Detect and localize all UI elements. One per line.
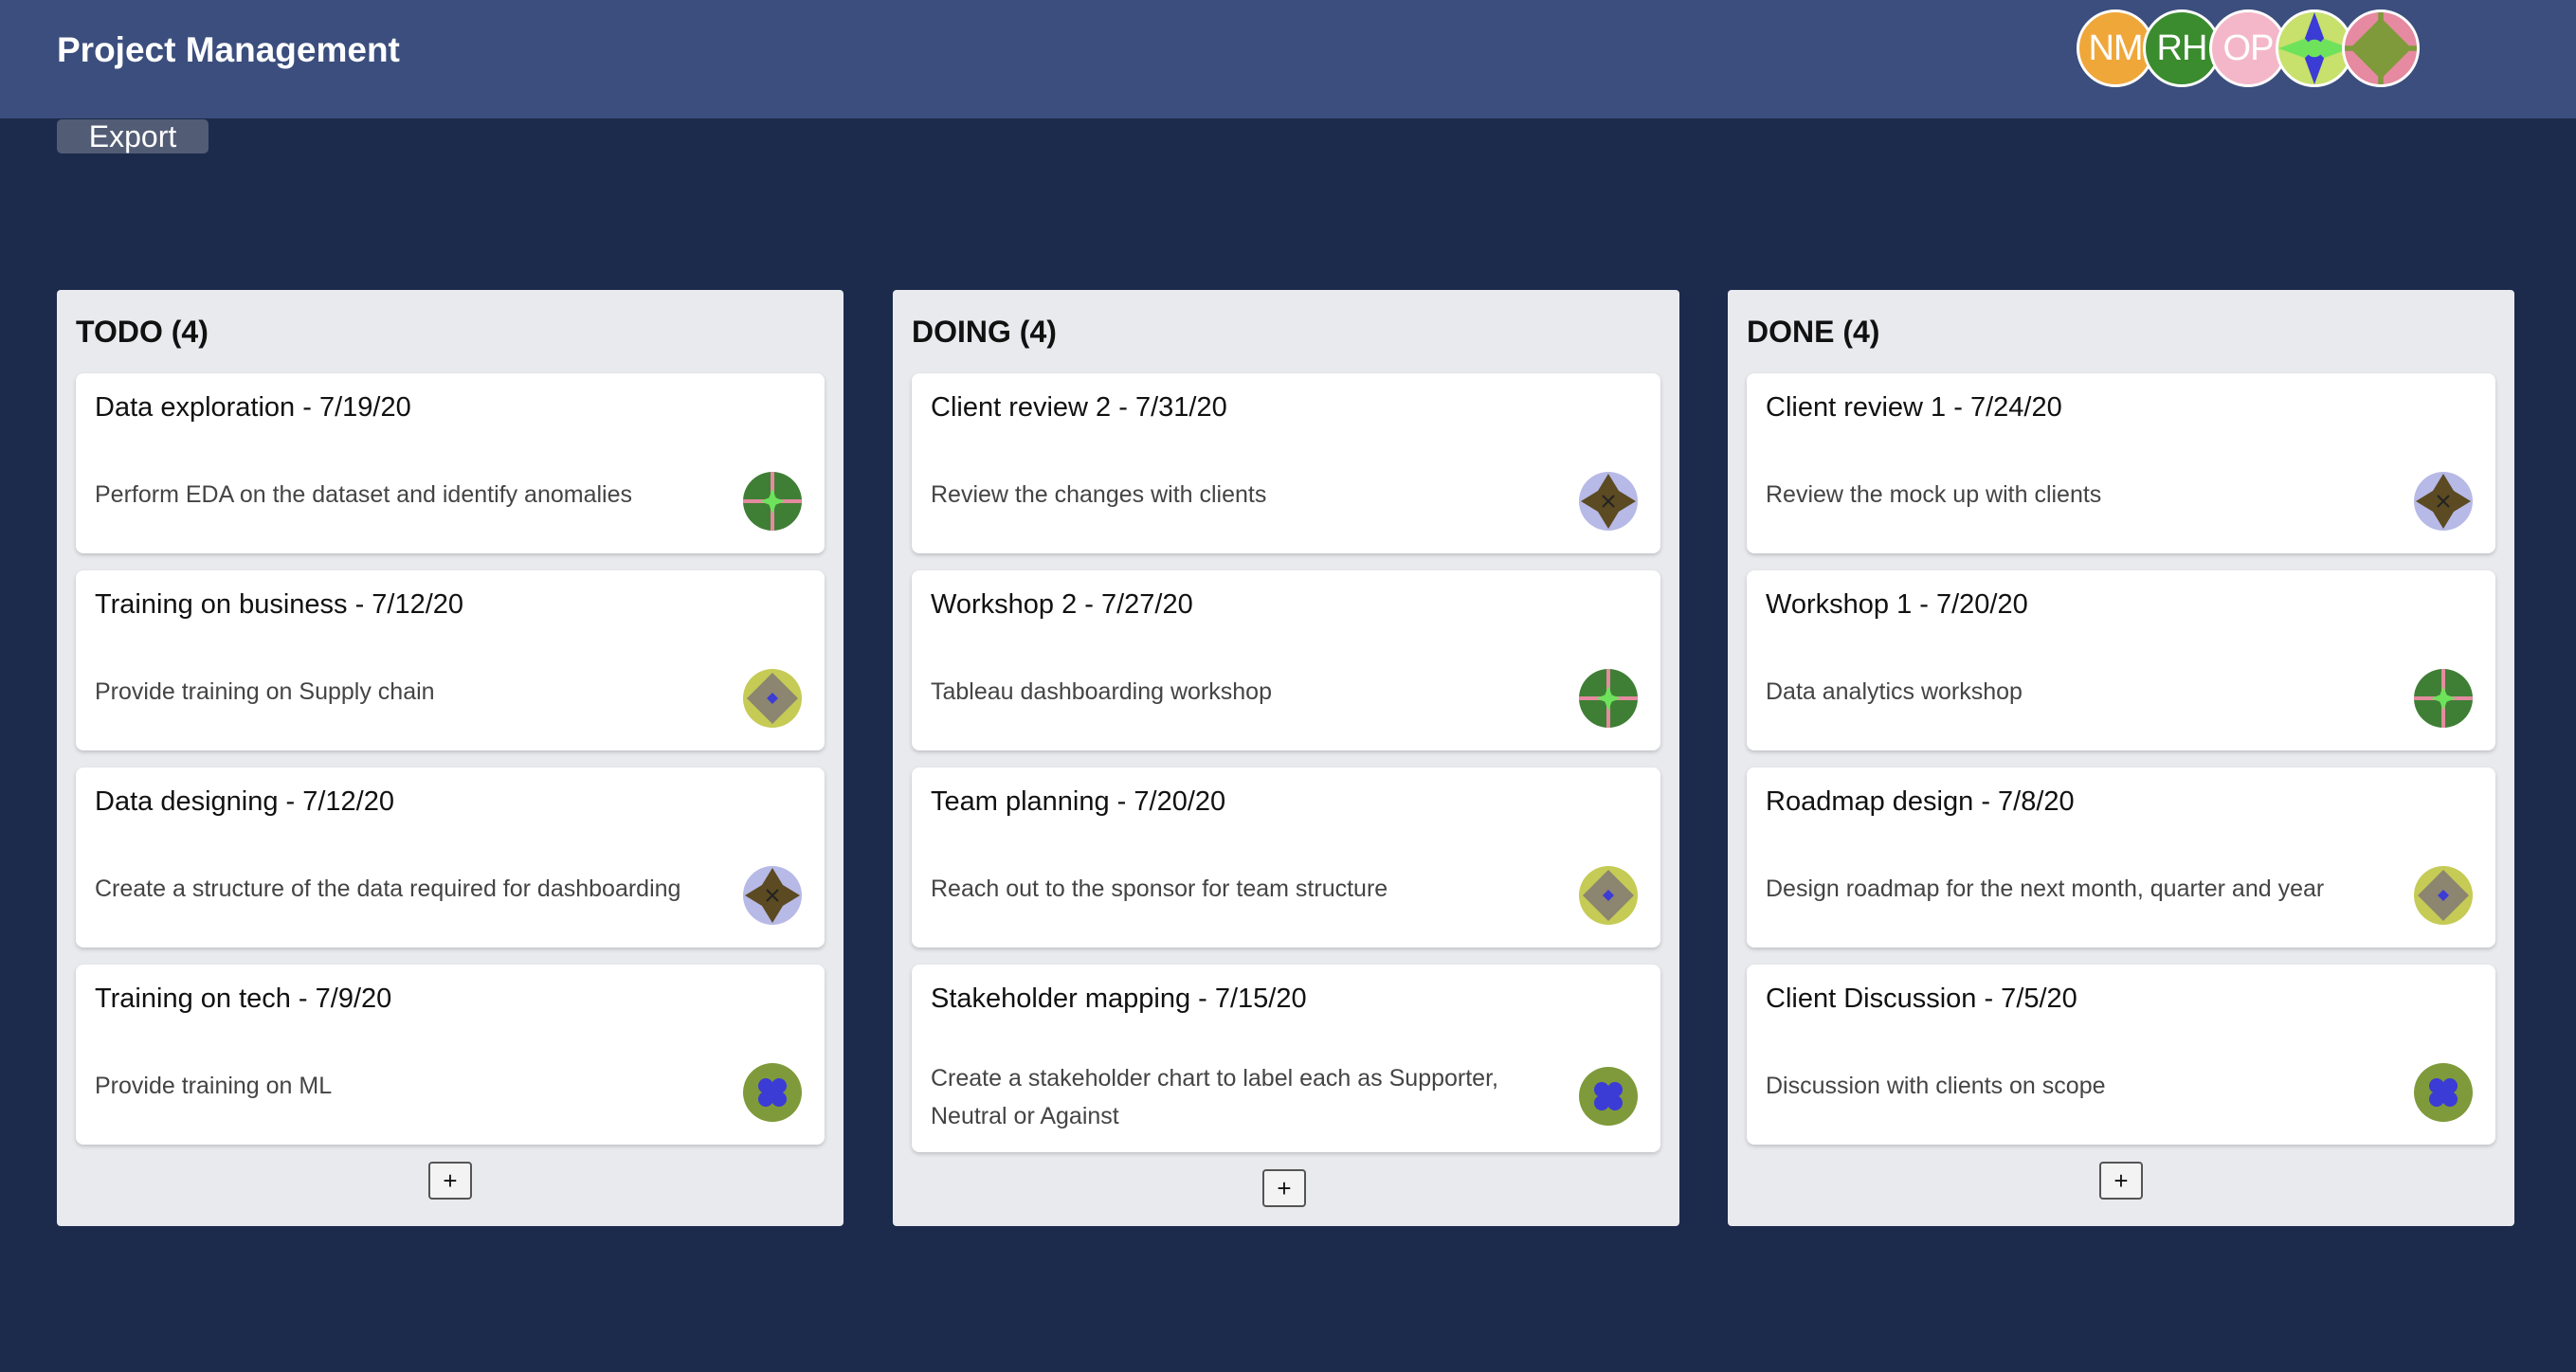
blue-clover-avatar-icon [758,1078,787,1107]
pattern-avatar-icon [2278,12,2350,84]
task-card[interactable]: Roadmap design - 7/8/20 Design roadmap f… [1747,767,2495,948]
task-card[interactable]: Client review 2 - 7/31/20 Review the cha… [912,373,1660,553]
card-description: Tableau dashboarding workshop [931,678,1272,705]
assignee-avatar[interactable] [743,669,802,728]
card-description: Review the changes with clients [931,481,1267,508]
team-avatars: NM RH OP [2077,9,2420,91]
assignee-avatar[interactable] [2414,472,2473,531]
column-todo: TODO (4) Data exploration - 7/19/20 Perf… [57,290,844,1226]
avatar-initials: NM [2088,27,2143,68]
add-card-button[interactable]: + [428,1162,472,1200]
avatar-pattern-pink[interactable] [2342,9,2420,87]
card-title: Workshop 2 - 7/27/20 [931,589,1193,620]
avatar-initials: RH [2156,27,2208,68]
card-description: Discussion with clients on scope [1766,1073,2106,1099]
olive-diamond-avatar-icon [2418,870,2469,921]
app-header: Project Management NM RH OP [0,0,2576,118]
card-title: Workshop 1 - 7/20/20 [1766,589,2028,620]
assignee-avatar[interactable] [743,472,802,531]
column-title: DOING (4) [912,315,1057,349]
task-card[interactable]: Client Discussion - 7/5/20 Discussion wi… [1747,965,2495,1145]
card-title: Training on tech - 7/9/20 [95,984,392,1014]
green-cross-avatar-icon [743,472,802,531]
task-card[interactable]: Workshop 1 - 7/20/20 Data analytics work… [1747,570,2495,750]
task-card[interactable]: Team planning - 7/20/20 Reach out to the… [912,767,1660,948]
task-card[interactable]: Training on business - 7/12/20 Provide t… [76,570,825,750]
card-description: Perform EDA on the dataset and identify … [95,481,632,508]
card-title: Roadmap design - 7/8/20 [1766,786,2075,817]
card-title: Data designing - 7/12/20 [95,786,394,817]
pattern-avatar-icon [2345,12,2417,84]
export-button[interactable]: Export [57,119,209,153]
olive-diamond-avatar-icon [747,673,798,724]
assignee-avatar[interactable] [2414,1063,2473,1122]
card-title: Client review 1 - 7/24/20 [1766,392,2062,423]
assignee-avatar[interactable] [1579,866,1638,925]
card-description: Provide training on Supply chain [95,678,435,705]
olive-diamond-avatar-icon [1583,870,1634,921]
task-card[interactable]: Training on tech - 7/9/20 Provide traini… [76,965,825,1145]
task-card[interactable]: Stakeholder mapping - 7/15/20 Create a s… [912,965,1660,1152]
task-card[interactable]: Workshop 2 - 7/27/20 Tableau dashboardin… [912,570,1660,750]
green-cross-avatar-icon [2414,669,2473,728]
card-description: Design roadmap for the next month, quart… [1766,876,2325,902]
add-card-button[interactable]: + [1262,1169,1306,1207]
column-doing: DOING (4) Client review 2 - 7/31/20 Revi… [893,290,1679,1226]
avatar-initials: OP [2222,27,2275,68]
task-card[interactable]: Data designing - 7/12/20 Create a struct… [76,767,825,948]
card-description: Create a stakeholder chart to label each… [931,1065,1498,1129]
assignee-avatar[interactable] [2414,669,2473,728]
app-title: Project Management [57,30,400,69]
column-done: DONE (4) Client review 1 - 7/24/20 Revie… [1728,290,2514,1226]
assignee-avatar[interactable] [1579,472,1638,531]
task-card[interactable]: Client review 1 - 7/24/20 Review the moc… [1747,373,2495,553]
card-description: Data analytics workshop [1766,678,2023,705]
brown-star-avatar-icon [745,868,800,923]
card-description: Review the mock up with clients [1766,481,2102,508]
card-title: Data exploration - 7/19/20 [95,392,411,423]
assignee-avatar[interactable] [743,866,802,925]
add-card-button[interactable]: + [2099,1162,2143,1200]
assignee-avatar[interactable] [743,1063,802,1122]
card-description: Provide training on ML [95,1073,333,1099]
assignee-avatar[interactable] [2414,866,2473,925]
card-description: Create a structure of the data required … [95,876,681,902]
card-title: Stakeholder mapping - 7/15/20 [931,984,1307,1014]
card-description: Reach out to the sponsor for team struct… [931,876,1388,902]
blue-clover-avatar-icon [2429,1078,2458,1107]
card-title: Training on business - 7/12/20 [95,589,464,620]
card-title: Client Discussion - 7/5/20 [1766,984,2077,1014]
task-card[interactable]: Data exploration - 7/19/20 Perform EDA o… [76,373,825,553]
card-title: Client review 2 - 7/31/20 [931,392,1227,423]
brown-star-avatar-icon [2416,474,2471,529]
brown-star-avatar-icon [1581,474,1636,529]
assignee-avatar[interactable] [1579,669,1638,728]
column-title: DONE (4) [1747,315,1880,349]
blue-clover-avatar-icon [1594,1082,1623,1110]
card-title: Team planning - 7/20/20 [931,786,1226,817]
green-cross-avatar-icon [1579,669,1638,728]
assignee-avatar[interactable] [1579,1067,1638,1126]
column-title: TODO (4) [76,315,209,349]
